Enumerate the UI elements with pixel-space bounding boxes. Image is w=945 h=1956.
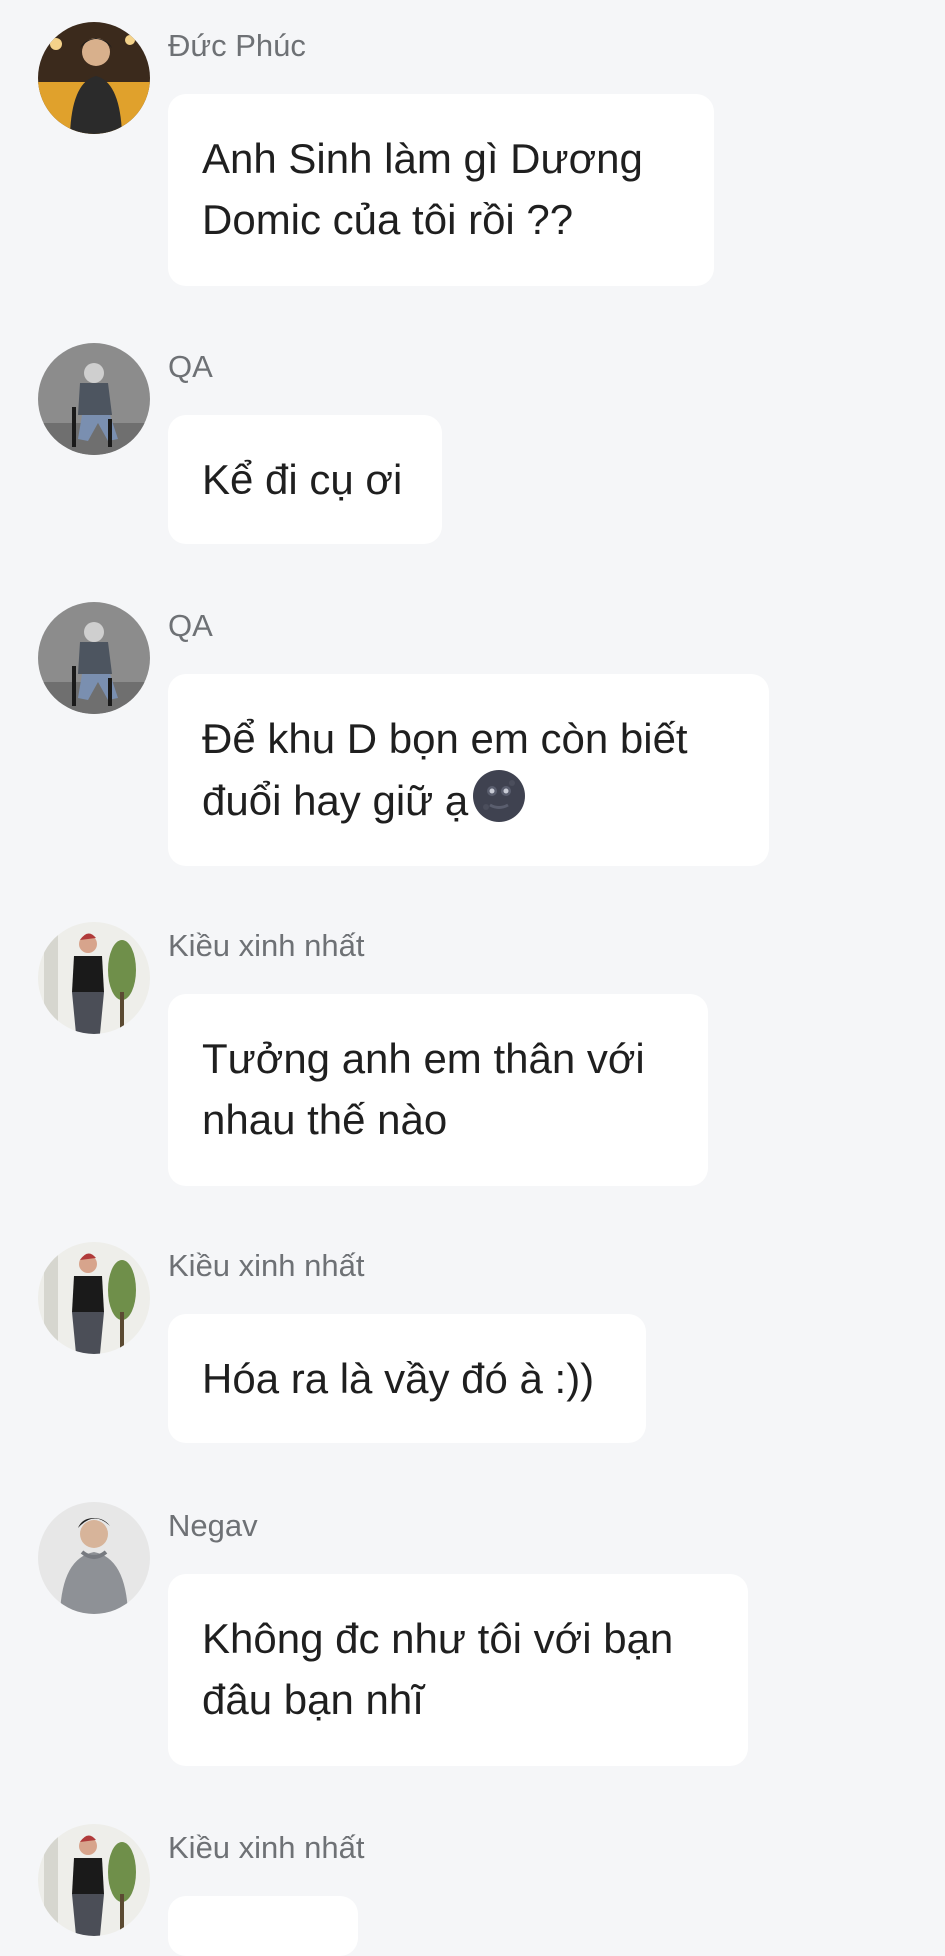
sender-name: Đức Phúc [168,28,306,63]
sender-name: Negav [168,1508,258,1543]
sender-name: QA [168,608,213,643]
message-bubble[interactable]: Hóa ra là vầy đó à :)) [168,1314,646,1443]
avatar-qa[interactable] [38,343,150,455]
avatar-photo-icon [38,22,150,134]
avatar-kieu[interactable] [38,1242,150,1354]
chat-thread: Đức Phúc Anh Sinh làm gì Dương Domic của… [0,0,945,1956]
avatar-duc-phuc[interactable] [38,22,150,134]
avatar-photo-icon [38,343,150,455]
sender-name: Kiều xinh nhất [168,928,365,963]
message-text: Để khu D bọn em còn biết đuổi hay giữ ạ [202,715,688,824]
avatar-photo-icon [38,1242,150,1354]
message-bubble[interactable]: Không đc như tôi với bạn đâu bạn nhĩ [168,1574,748,1766]
avatar-kieu[interactable] [38,922,150,1034]
avatar-photo-icon [38,602,150,714]
message-bubble[interactable]: Anh Sinh làm gì Dương Domic của tôi rồi … [168,94,714,286]
message-bubble[interactable]: Tưởng anh em thân với nhau thế nào [168,994,708,1186]
message-bubble[interactable]: Kể đi cụ ơi [168,415,442,544]
sender-name: Kiều xinh nhất [168,1830,365,1865]
avatar-qa[interactable] [38,602,150,714]
avatar-photo-icon [38,922,150,1034]
sender-name: Kiều xinh nhất [168,1248,365,1283]
sender-name: QA [168,349,213,384]
new-moon-face-emoji-icon [473,770,526,822]
message-bubble[interactable]: Để khu D bọn em còn biết đuổi hay giữ ạ [168,674,769,866]
avatar-photo-icon [38,1824,150,1936]
avatar-kieu[interactable] [38,1824,150,1936]
avatar-negav[interactable] [38,1502,150,1614]
message-bubble[interactable] [168,1896,358,1956]
avatar-photo-icon [38,1502,150,1614]
